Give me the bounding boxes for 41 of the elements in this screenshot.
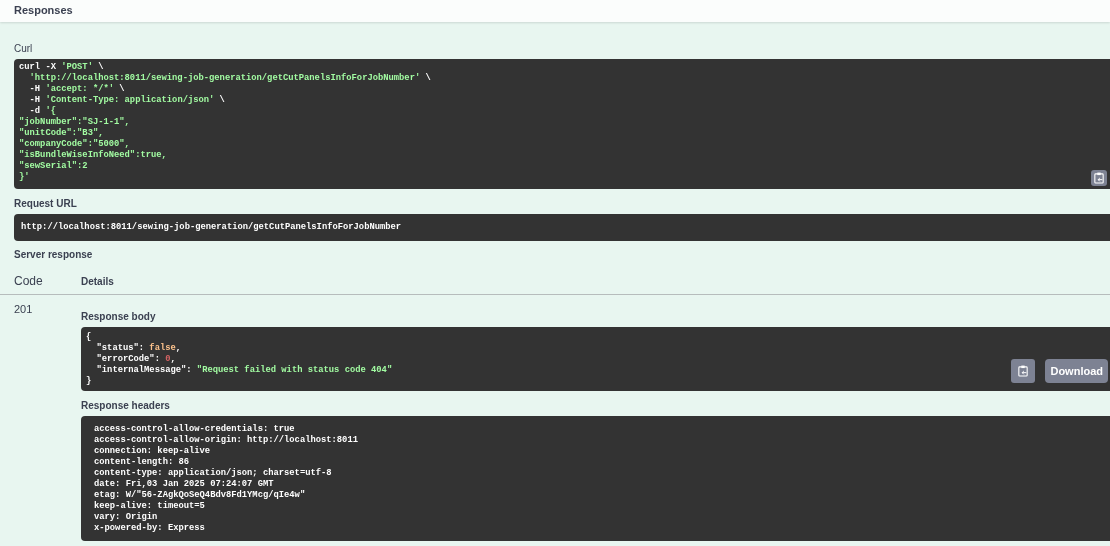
column-header: Details (81, 275, 114, 287)
column-header: Code (14, 274, 44, 288)
code-line: } (86, 376, 92, 387)
curl-label: Curl (14, 43, 34, 55)
code-line: "jobNumber":"SJ-1-1", (19, 117, 130, 128)
clipboard-icon (1094, 172, 1104, 184)
code-line: curl -X 'POST' \ (19, 62, 104, 73)
response-body-label: Response body (81, 311, 157, 323)
download-button[interactable]: Download (1045, 359, 1108, 383)
clipboard-icon (1018, 365, 1029, 377)
code-line: -H 'accept: */*' \ (28, 84, 125, 95)
header-line: content-length: 86 (94, 457, 190, 468)
code-line: "companyCode":"5000", (19, 139, 130, 150)
response-headers-label: Response headers (81, 400, 171, 412)
code-line: 'http://localhost:8011/sewing-job-generation/getCutPanelsInfoForJobNumber' \ (28, 73, 431, 84)
code-line: -H 'Content-Type: application/json' \ (28, 95, 225, 106)
request-url-label: Request URL (14, 198, 78, 210)
header-line: etag: W/"56-ZAgkQoSeQ4Bdv8Fd1YMcg/qIe4w" (94, 490, 306, 501)
code-line: }' (19, 172, 30, 183)
header-line: x-powered-by: Express (94, 523, 205, 534)
code-line: "unitCode":"B3", (19, 128, 104, 139)
copy-button[interactable] (1011, 359, 1036, 383)
copy-button[interactable] (1091, 170, 1107, 186)
header-line: vary: Origin (94, 512, 158, 523)
code-line: "status": false, (95, 343, 182, 354)
header-line: access-control-allow-origin: http://localhost:8011 (94, 435, 358, 446)
header-line: date: Fri,03 Jan 2025 07:24:07 GMT (94, 479, 274, 490)
code-line: { (86, 332, 92, 343)
code-line: "isBundleWiseInfoNeed":true, (19, 150, 167, 161)
header-line: access-control-allow-credentials: true (94, 424, 295, 435)
request-url-value: http://localhost:8011/sewing-job-generation/getCutPanelsInfoForJobNumber (14, 214, 1110, 241)
header-line: connection: keep-alive (94, 446, 211, 457)
code-line: "internalMessage": "Request failed with status code 404" (95, 365, 393, 376)
section-title: Responses (14, 4, 73, 16)
header-line: keep-alive: timeout=5 (94, 501, 205, 512)
code-line: -d '{ (28, 106, 56, 117)
code-line: "errorCode": 0, (95, 354, 176, 365)
header-line: content-type: application/json; charset=utf-8 (94, 468, 332, 479)
status-code: 201 (14, 303, 34, 317)
code-line: "sewSerial":2 (19, 161, 88, 172)
server-response-label: Server response (14, 249, 94, 261)
